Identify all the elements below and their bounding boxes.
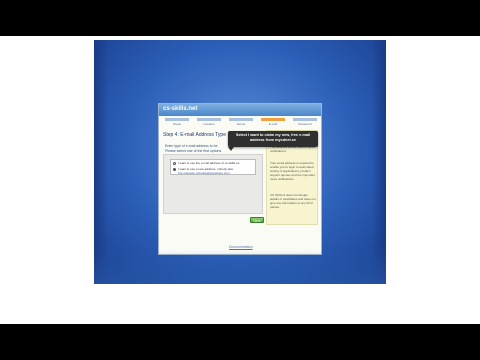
step-1-bar [165, 118, 189, 121]
step-progress: Name Location Server E-mail Password [165, 118, 317, 128]
step-5-bar [293, 118, 317, 121]
step-2: Location [197, 118, 221, 128]
step-3: Server [229, 118, 253, 128]
letterbox-top [0, 0, 480, 36]
page-title: Step 4: E-mail Address Type [163, 132, 226, 138]
radio-new-address[interactable] [173, 168, 176, 171]
step-2-label: Location [203, 122, 215, 126]
step-3-label: Server [236, 122, 246, 126]
site-header: cs-skills.net [159, 104, 321, 116]
step-5-label: Password [298, 122, 312, 126]
step-4-bar [261, 118, 285, 121]
site-title[interactable]: cs-skills.net [163, 106, 197, 112]
step-4-label: E-mail [268, 122, 278, 126]
desktop-bottom-glow [94, 250, 386, 284]
choice-example-text: For example: johndoe@anywhere.com [178, 171, 230, 175]
step-1-label: Name [172, 122, 181, 126]
choice-existing-address-label[interactable]: I want to use the e-mail address of cs-s… [178, 161, 239, 165]
tooltip-arrow [228, 147, 234, 151]
choice-box: I want to use the e-mail address of cs-s… [170, 159, 256, 175]
tooltip-text: Select I want to claim my new, free e-ma… [235, 133, 311, 142]
tutorial-tooltip: Select I want to claim my new, free e-ma… [228, 131, 318, 151]
step-1: Name [165, 118, 189, 128]
step-3-bar [229, 118, 253, 121]
footer-documentation-link[interactable]: Documentation [229, 245, 253, 249]
radio-existing-address[interactable] [173, 162, 176, 165]
instruction-line-1: Enter type of e-mail address to be [165, 144, 218, 148]
letterbox-bottom [0, 324, 480, 360]
step-4-active: E-mail [261, 118, 285, 128]
step-5: Password [293, 118, 317, 128]
step-2-bar [197, 118, 221, 121]
sidebar-paragraph-4: CS SKILLS does not divulge details of ca… [270, 193, 316, 209]
content-panel: I want to use the e-mail address of cs-s… [163, 154, 263, 214]
sidebar-paragraph-3: Your email address is required to enable… [270, 161, 315, 181]
next-button[interactable]: Next [250, 217, 264, 223]
instruction-line-2: Please select one of the first options [165, 149, 222, 153]
browser-window: cs-skills.net Name Location Server E-mai… [158, 103, 322, 255]
